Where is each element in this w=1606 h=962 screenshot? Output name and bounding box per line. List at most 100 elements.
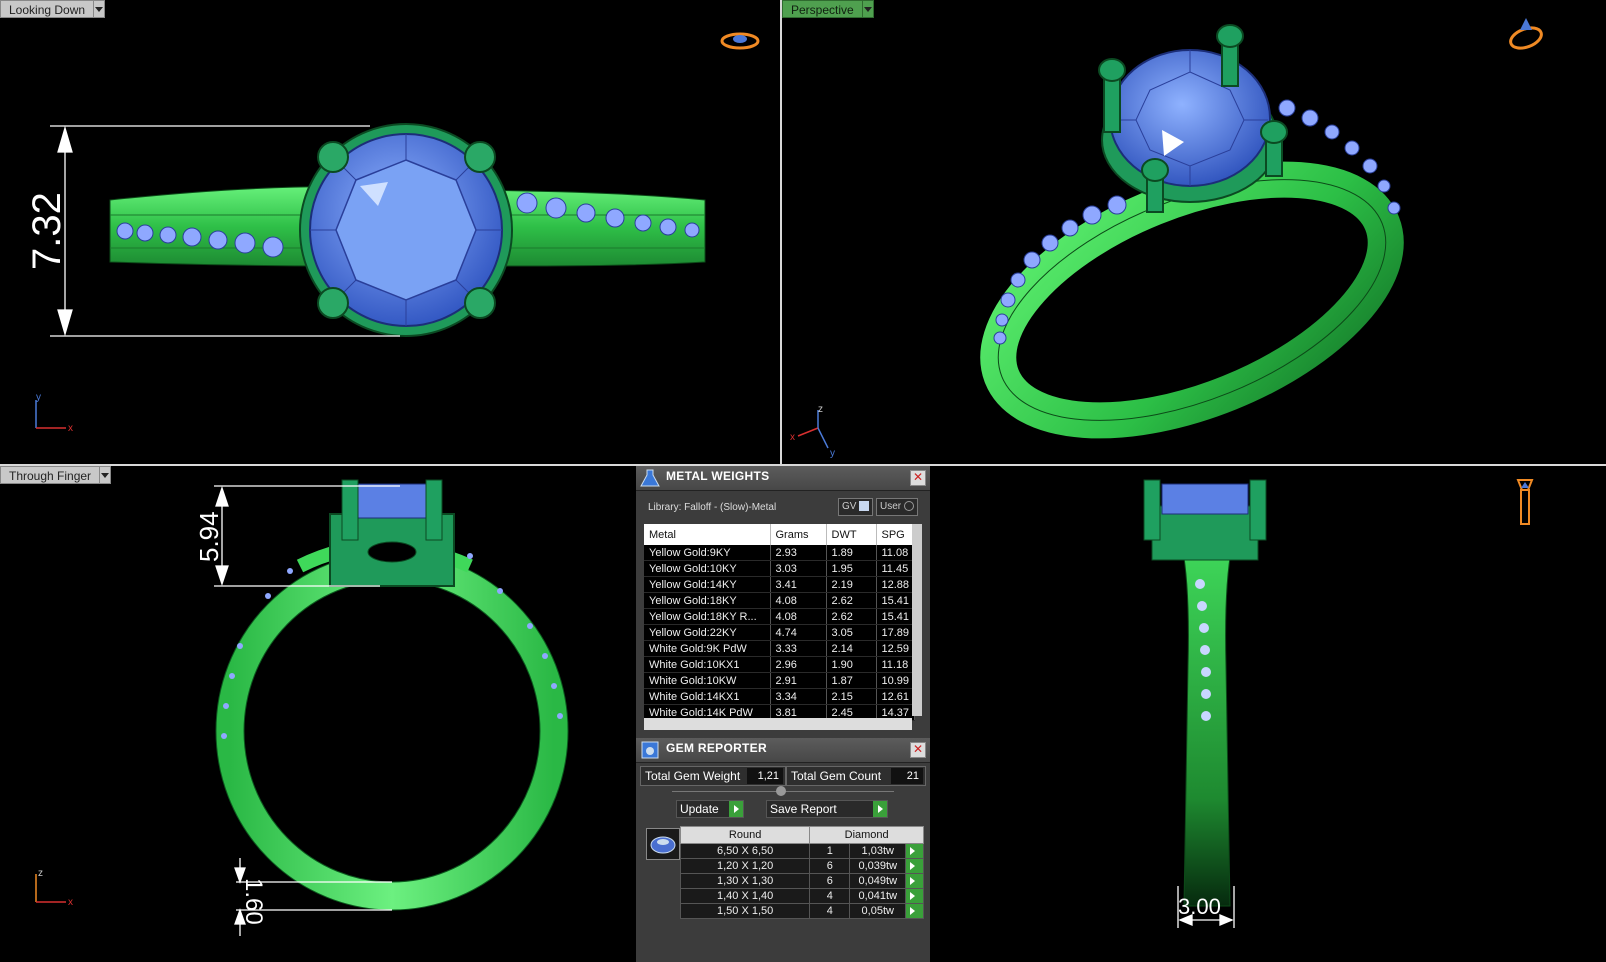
- view-cube-icon[interactable]: [718, 28, 762, 54]
- gem-weight-cell: 0,05tw: [849, 903, 907, 919]
- close-icon[interactable]: ✕: [910, 470, 926, 486]
- axis-x-label: x: [68, 423, 73, 434]
- viewport-label-perspective[interactable]: Perspective: [782, 0, 874, 18]
- gem-weight-cell: 0,041tw: [849, 888, 907, 904]
- view-cube-icon[interactable]: [1510, 476, 1540, 530]
- metal-weights-panel: METAL WEIGHTS ✕ Library: Falloff - (Slow…: [636, 466, 930, 738]
- metal-weights-cell: White Gold:10KX1: [644, 656, 771, 673]
- gem-size-cell: 1,30 X 1,30: [679, 873, 811, 889]
- viewport-looking-down[interactable]: 7.32 Looking Down y x: [0, 0, 780, 464]
- metal-weights-row[interactable]: Yellow Gold:18KY R... 4.08 2.62 15.41: [644, 608, 915, 625]
- metal-weights-column-header[interactable]: DWT: [826, 524, 877, 545]
- user-toggle[interactable]: User: [876, 498, 918, 516]
- metal-weights-row[interactable]: White Gold:10KW 2.91 1.87 10.99: [644, 672, 915, 689]
- metal-weights-column-header[interactable]: SPG: [876, 524, 915, 545]
- metal-weights-horizontal-scrollbar[interactable]: [644, 718, 912, 730]
- ring-perspective-view: [980, 24, 1404, 439]
- flask-icon: [640, 469, 660, 487]
- metal-weights-row[interactable]: White Gold:10KX1 2.96 1.90 11.18: [644, 656, 915, 673]
- metal-weights-cell: White Gold:14KX1: [644, 688, 771, 705]
- gem-row[interactable]: 1,30 X 1,30 6 0,049tw: [679, 873, 924, 889]
- metal-weights-vertical-scrollbar[interactable]: [912, 524, 922, 716]
- metal-weights-cell: 2.62: [826, 608, 877, 625]
- metal-weights-cell: 15.41: [876, 592, 915, 609]
- viewport-label-text[interactable]: Looking Down: [0, 0, 95, 18]
- gem-reporter-header[interactable]: GEM REPORTER ✕: [636, 738, 930, 763]
- metal-weights-row[interactable]: Yellow Gold:22KY 4.74 3.05 17.89: [644, 624, 915, 641]
- axis-y-label: y: [830, 448, 835, 458]
- update-label: Update: [680, 802, 719, 816]
- gem-row[interactable]: 1,40 X 1,40 4 0,041tw: [679, 888, 924, 904]
- select-gem-play-icon[interactable]: [905, 858, 924, 874]
- ring-side-view: 5.94 1.60: [194, 479, 569, 936]
- metal-weights-cell: 1.95: [826, 560, 877, 577]
- gem-size-cell: 1,20 X 1,20: [679, 858, 811, 874]
- gem-shape-header: Round: [679, 826, 811, 844]
- gem-row[interactable]: 6,50 X 6,50 1 1,03tw: [679, 843, 924, 859]
- gem-thumbnail: [646, 828, 680, 860]
- metal-weights-cell: 1.89: [826, 545, 877, 561]
- metal-weights-table: Metal Grams DWT SPG Yellow Gold:9KY 2.93 1.89…: [644, 524, 915, 721]
- viewport-label-through-finger[interactable]: Through Finger: [0, 466, 112, 484]
- play-icon: [729, 801, 743, 817]
- select-gem-play-icon[interactable]: [905, 843, 924, 859]
- gem-count-cell: 4: [809, 903, 851, 919]
- metal-weights-row[interactable]: White Gold:9K PdW 3.33 2.14 12.59: [644, 640, 915, 657]
- ring-profile-view: 3.00: [1143, 479, 1267, 928]
- metal-weights-row[interactable]: Yellow Gold:14KY 3.41 2.19 12.88: [644, 576, 915, 593]
- metal-weights-cell: 3.05: [826, 624, 877, 641]
- metal-weights-cell: White Gold:10KW: [644, 672, 771, 689]
- metal-weights-cell: Yellow Gold:22KY: [644, 624, 771, 641]
- save-report-button[interactable]: Save Report: [766, 800, 888, 818]
- chevron-down-icon[interactable]: [100, 466, 112, 484]
- play-icon: [873, 801, 887, 817]
- gem-reporter-panel: GEM REPORTER ✕ Total Gem Weight 1,21 Tot…: [636, 738, 930, 962]
- metal-weights-column-header[interactable]: Grams: [770, 524, 827, 545]
- dimension-height-label: 5.94: [194, 511, 224, 562]
- gem-row[interactable]: 1,50 X 1,50 4 0,05tw: [679, 903, 924, 919]
- viewport-perspective[interactable]: Perspective z x y: [782, 0, 1606, 464]
- metal-weights-cell: Yellow Gold:14KY: [644, 576, 771, 593]
- gem-row[interactable]: 1,20 X 1,20 6 0,039tw: [679, 858, 924, 874]
- metal-weights-row[interactable]: White Gold:14KX1 3.34 2.15 12.61: [644, 688, 915, 705]
- metal-weights-row[interactable]: Yellow Gold:18KY 4.08 2.62 15.41: [644, 592, 915, 609]
- metal-weights-column-header[interactable]: Metal: [644, 524, 771, 545]
- gem-size-cell: 1,40 X 1,40: [679, 888, 811, 904]
- select-gem-play-icon[interactable]: [905, 873, 924, 889]
- user-radio[interactable]: [903, 501, 914, 512]
- update-button[interactable]: Update: [676, 800, 744, 818]
- viewport-label-text[interactable]: Through Finger: [0, 466, 101, 484]
- metal-weights-header[interactable]: METAL WEIGHTS ✕: [636, 466, 930, 491]
- chevron-down-icon[interactable]: [862, 0, 874, 18]
- view-cube-icon[interactable]: [1504, 14, 1548, 54]
- metal-weights-row[interactable]: Yellow Gold:10KY 3.03 1.95 11.45: [644, 560, 915, 577]
- viewport-through-finger[interactable]: 5.94 1.60 Through Finger z x: [0, 466, 636, 962]
- select-gem-play-icon[interactable]: [905, 888, 924, 904]
- viewport-divider-vertical[interactable]: [780, 0, 782, 464]
- total-gem-weight-label: Total Gem Weight: [645, 769, 741, 783]
- close-icon[interactable]: ✕: [910, 742, 926, 758]
- chevron-down-icon[interactable]: [94, 0, 106, 18]
- metal-weights-row[interactable]: Yellow Gold:9KY 2.93 1.89 11.08: [644, 545, 915, 561]
- gem-weight-cell: 1,03tw: [849, 843, 907, 859]
- metal-weights-cell: Yellow Gold:10KY: [644, 560, 771, 577]
- metal-weights-cell: Yellow Gold:18KY R...: [644, 608, 771, 625]
- axis-x-label: x: [68, 897, 73, 908]
- user-label: User: [880, 501, 902, 512]
- viewport-label-text[interactable]: Perspective: [782, 0, 863, 18]
- select-gem-play-icon[interactable]: [905, 903, 924, 919]
- viewport-label-looking-down[interactable]: Looking Down: [0, 0, 106, 18]
- gv-toggle[interactable]: GV: [838, 498, 874, 516]
- metal-weights-cell: 2.91: [770, 672, 827, 689]
- viewport-side[interactable]: 3.00: [930, 466, 1606, 962]
- axis-y-label: y: [36, 392, 41, 403]
- metal-weights-cell: 3.34: [770, 688, 827, 705]
- metal-weights-cell: 10.99: [876, 672, 915, 689]
- gv-checkbox[interactable]: [859, 501, 870, 512]
- collapse-arrow-icon[interactable]: [776, 786, 786, 796]
- axis-z-label: z: [38, 868, 43, 879]
- gem-count-cell: 6: [809, 858, 851, 874]
- axis-triad-icon: y x: [35, 392, 73, 434]
- axis-x-label: x: [790, 432, 795, 443]
- gem-type-header: Diamond: [809, 826, 924, 844]
